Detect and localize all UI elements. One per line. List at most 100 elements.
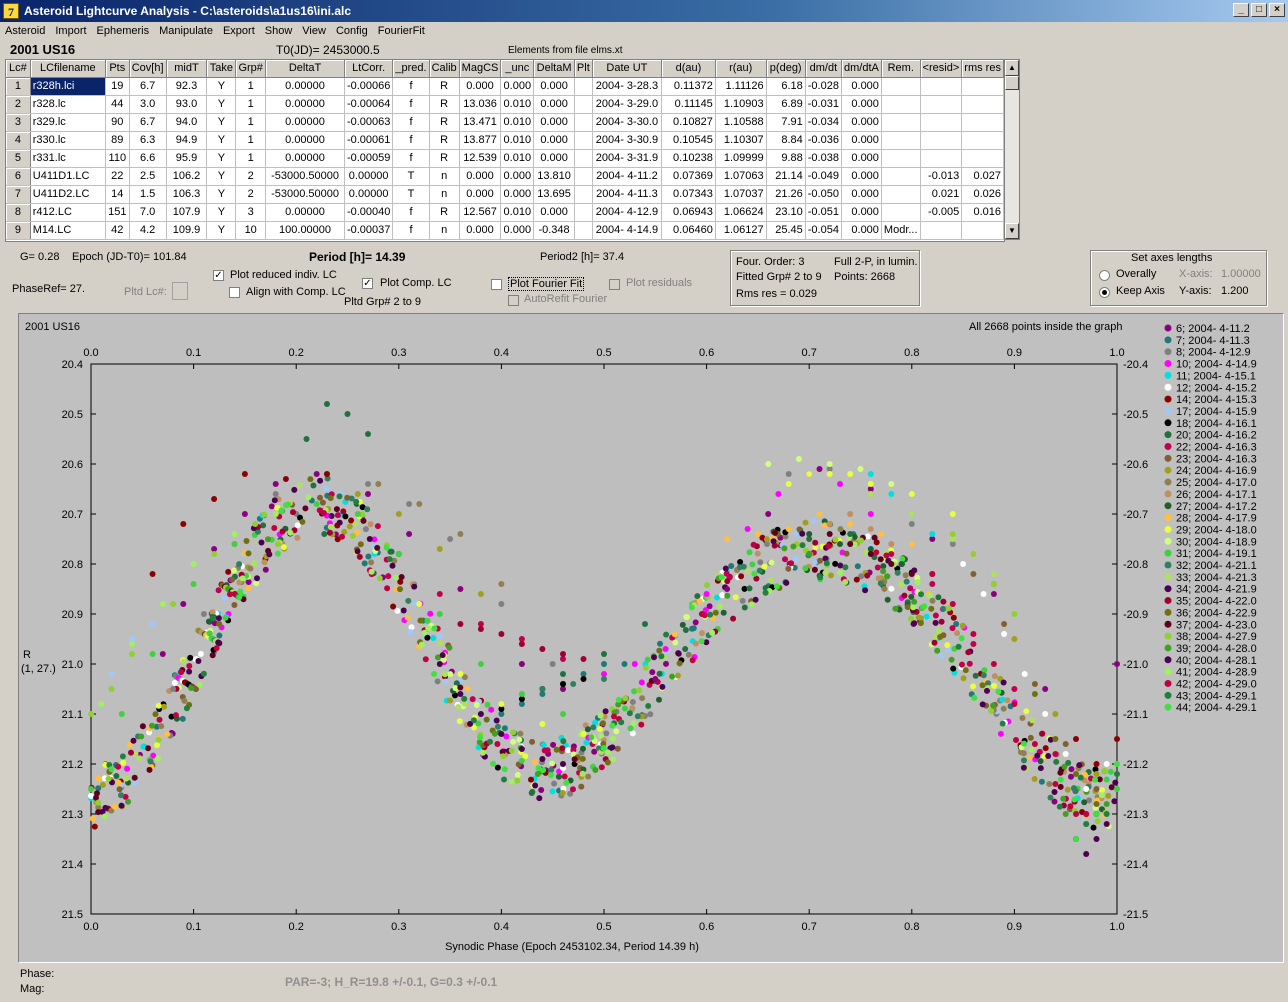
table-cell[interactable]	[574, 131, 593, 150]
table-cell[interactable]: 7.91	[766, 113, 806, 132]
table-cell[interactable]	[574, 221, 593, 240]
table-cell[interactable]: 0.000	[841, 95, 882, 114]
table-cell[interactable]: r331.lc	[30, 149, 106, 168]
table-cell[interactable]: -0.034	[805, 113, 842, 132]
table-cell[interactable]: 25.45	[766, 221, 806, 240]
row-number[interactable]: 2	[6, 95, 31, 114]
column-header[interactable]: <resid>	[920, 60, 963, 78]
plot-fourier-checkbox[interactable]	[491, 279, 502, 290]
table-cell[interactable]: 0.000	[841, 203, 882, 222]
column-header[interactable]: rms res	[961, 60, 1004, 78]
table-scrollbar[interactable]: ▲ ▼	[1004, 59, 1020, 240]
table-cell[interactable]: 2.5	[129, 167, 167, 186]
table-cell[interactable]: -0.036	[805, 131, 842, 150]
table-cell[interactable]: -53000.50000	[265, 167, 345, 186]
table-cell[interactable]: 0.00000	[265, 95, 345, 114]
column-header[interactable]: _unc	[500, 60, 535, 78]
table-cell[interactable]: 0.000	[533, 113, 575, 132]
table-cell[interactable]: -0.00064	[344, 95, 394, 114]
table-cell[interactable]: R	[429, 203, 460, 222]
table-cell[interactable]: 1	[235, 77, 267, 96]
table-cell[interactable]: 1	[235, 149, 267, 168]
column-header[interactable]: dm/dt	[805, 60, 842, 78]
table-cell[interactable]	[920, 95, 963, 114]
table-cell[interactable]: -0.00066	[344, 77, 394, 96]
lightcurve-plot[interactable]: 2001 US16 All 2668 points inside the gra…	[19, 314, 1283, 962]
table-cell[interactable]: U411D1.LC	[30, 167, 106, 186]
table-cell[interactable]: 13.810	[533, 167, 575, 186]
table-cell[interactable]: 21.14	[766, 167, 806, 186]
table-cell[interactable]: 95.9	[166, 149, 208, 168]
table-cell[interactable]: 21.26	[766, 185, 806, 204]
table-cell[interactable]	[920, 113, 963, 132]
table-cell[interactable]: Y	[206, 149, 237, 168]
table-cell[interactable]: 0.000	[500, 77, 535, 96]
table-cell[interactable]: 0.10827	[661, 113, 716, 132]
overally-radio[interactable]	[1099, 270, 1110, 281]
table-cell[interactable]: 0.000	[841, 77, 882, 96]
column-header[interactable]: midT	[166, 60, 208, 78]
table-cell[interactable]: R	[429, 149, 460, 168]
table-cell[interactable]: 0.016	[961, 203, 1004, 222]
table-cell[interactable]: f	[392, 221, 430, 240]
column-header[interactable]: r(au)	[715, 60, 767, 78]
table-cell[interactable]: 23.10	[766, 203, 806, 222]
table-cell[interactable]: 2004- 3-30.9	[592, 131, 663, 150]
table-cell[interactable]: 12.567	[459, 203, 502, 222]
table-cell[interactable]: Y	[206, 113, 237, 132]
table-cell[interactable]: 0.000	[459, 185, 502, 204]
column-header[interactable]: Lc#	[6, 60, 31, 78]
table-cell[interactable]: 0.00000	[265, 77, 345, 96]
table-cell[interactable]: 2	[235, 185, 267, 204]
table-cell[interactable]: 0.000	[533, 95, 575, 114]
table-cell[interactable]: T	[392, 167, 430, 186]
table-cell[interactable]: 8.84	[766, 131, 806, 150]
table-cell[interactable]: 1.10903	[715, 95, 767, 114]
table-cell[interactable]: 0.000	[459, 77, 502, 96]
table-cell[interactable]: 0.000	[841, 167, 882, 186]
column-header[interactable]: LCfilename	[30, 60, 106, 78]
menu-show[interactable]: Show	[260, 25, 298, 37]
table-cell[interactable]	[920, 131, 963, 150]
table-cell[interactable]: 0.000	[533, 149, 575, 168]
table-cell[interactable]	[881, 131, 921, 150]
row-number[interactable]: 3	[6, 113, 31, 132]
table-cell[interactable]: 0.000	[533, 131, 575, 150]
column-header[interactable]: Rem.	[881, 60, 921, 78]
table-cell[interactable]: 0.00000	[265, 149, 345, 168]
table-cell[interactable]: 89	[105, 131, 130, 150]
menu-asteroid[interactable]: Asteroid	[0, 25, 50, 37]
table-cell[interactable]: 1.09999	[715, 149, 767, 168]
table-cell[interactable]: 0.000	[841, 221, 882, 240]
table-cell[interactable]: -0.031	[805, 95, 842, 114]
table-cell[interactable]	[881, 185, 921, 204]
table-cell[interactable]: 22	[105, 167, 130, 186]
table-cell[interactable]: 0.000	[459, 167, 502, 186]
pltd-lc-spinner[interactable]	[172, 282, 188, 300]
table-cell[interactable]: 2004- 4-11.2	[592, 167, 663, 186]
table-cell[interactable]: Y	[206, 131, 237, 150]
table-cell[interactable]: 1	[235, 95, 267, 114]
table-row[interactable]: 3 r329.lc 90 6.7 94.0 Y 1 0.00000 -0.00063 f R 13.4…	[6, 113, 1004, 132]
align-comp-checkbox[interactable]	[229, 287, 240, 298]
table-cell[interactable]: -0.054	[805, 221, 842, 240]
table-cell[interactable]	[881, 149, 921, 168]
table-cell[interactable]: r330.lc	[30, 131, 106, 150]
table-cell[interactable]: 44	[105, 95, 130, 114]
table-cell[interactable]: -53000.50000	[265, 185, 345, 204]
table-cell[interactable]: 2004- 3-29.0	[592, 95, 663, 114]
table-cell[interactable]	[574, 185, 593, 204]
table-cell[interactable]	[574, 77, 593, 96]
table-cell[interactable]: 1.06624	[715, 203, 767, 222]
table-cell[interactable]: -0.013	[920, 167, 963, 186]
table-cell[interactable]: 3.0	[129, 95, 167, 114]
table-cell[interactable]: R	[429, 77, 460, 96]
table-cell[interactable]: -0.348	[533, 221, 575, 240]
table-cell[interactable]: 1	[235, 113, 267, 132]
keep-axis-radio[interactable]	[1099, 287, 1110, 298]
table-cell[interactable]: 93.0	[166, 95, 208, 114]
table-cell[interactable]: r329.lc	[30, 113, 106, 132]
menu-import[interactable]: Import	[50, 25, 91, 37]
table-cell[interactable]: 9.88	[766, 149, 806, 168]
table-cell[interactable]: -0.051	[805, 203, 842, 222]
